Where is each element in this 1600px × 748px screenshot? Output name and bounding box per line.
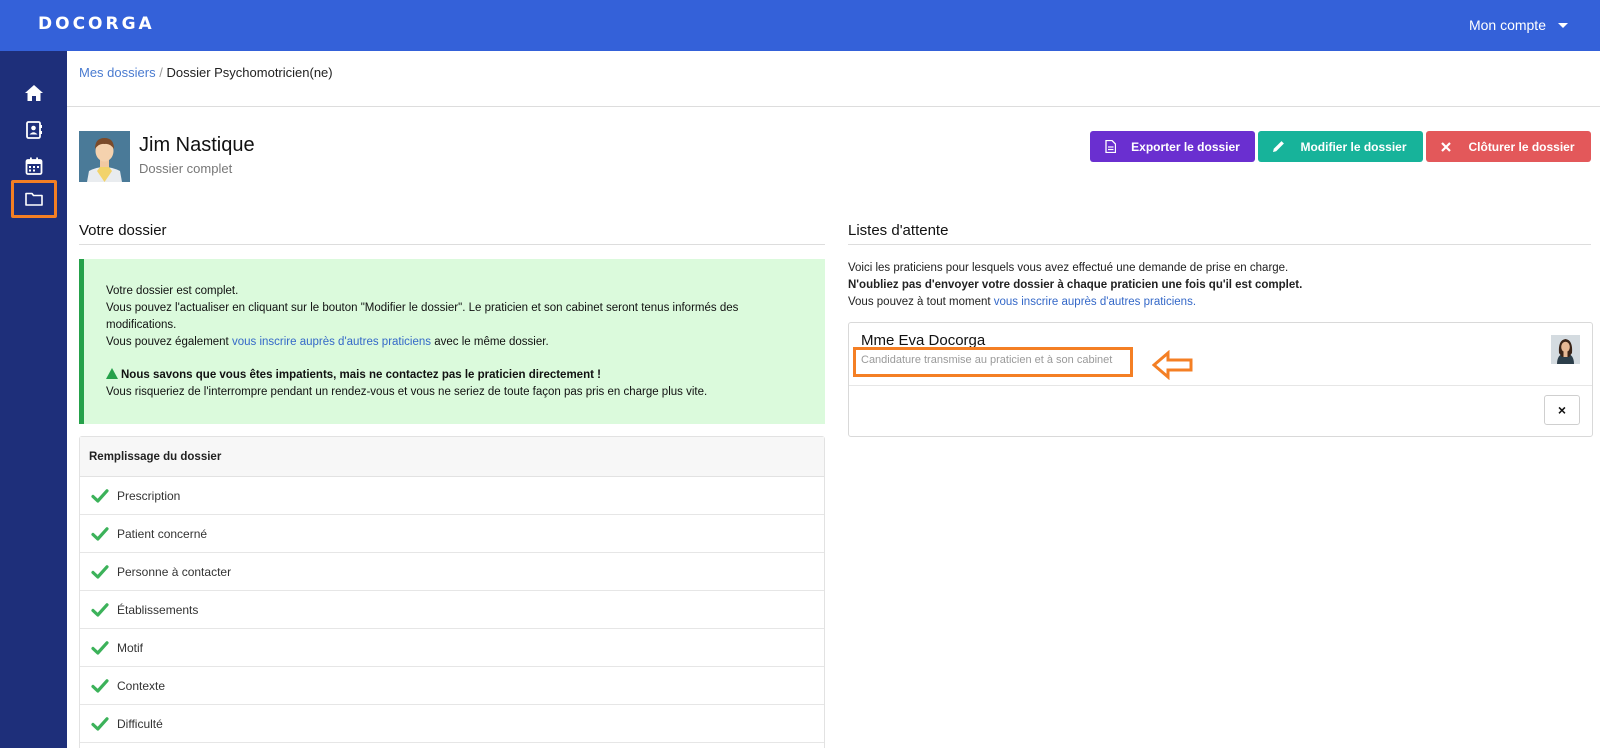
close-dossier-label: Clôturer le dossier bbox=[1468, 139, 1575, 154]
checklist-item: Établissements bbox=[80, 591, 824, 629]
sidebar bbox=[0, 51, 67, 748]
alert-line-other-practitioners: Vous pouvez également vous inscrire aupr… bbox=[106, 334, 803, 351]
waitlist-more-line: Vous pouvez à tout moment vous inscrire … bbox=[848, 294, 1588, 311]
status-highlight-box bbox=[853, 347, 1133, 377]
practitioner-photo bbox=[1551, 335, 1580, 364]
document-icon bbox=[1090, 140, 1130, 153]
sidebar-item-contacts[interactable] bbox=[11, 111, 57, 149]
warning-icon bbox=[106, 368, 118, 379]
close-icon bbox=[1426, 141, 1466, 152]
check-icon bbox=[91, 640, 109, 655]
checklist-item: Patient concerné bbox=[80, 515, 824, 553]
breadcrumb: Mes dossiers / Dossier Psychomotricien(n… bbox=[79, 65, 333, 80]
checklist-header: Remplissage du dossier bbox=[80, 437, 824, 477]
edit-dossier-button[interactable]: Modifier le dossier bbox=[1258, 131, 1423, 162]
checklist-item-label: Établissements bbox=[117, 602, 199, 617]
waitlist-reminder: N'oubliez pas d'envoyer votre dossier à … bbox=[848, 279, 1303, 291]
edit-dossier-label: Modifier le dossier bbox=[1300, 139, 1407, 154]
check-icon bbox=[91, 564, 109, 579]
top-bar: DOCORGA Mon compte bbox=[0, 0, 1600, 51]
alert-line-complete: Votre dossier est complet. bbox=[106, 285, 239, 297]
waitlist-section-title: Listes d'attente bbox=[848, 222, 1591, 245]
checklist-item-label: Prescription bbox=[117, 488, 181, 503]
breadcrumb-bar: Mes dossiers / Dossier Psychomotricien(n… bbox=[67, 51, 1600, 107]
check-icon bbox=[91, 716, 109, 731]
account-menu[interactable]: Mon compte bbox=[1469, 17, 1568, 33]
check-icon bbox=[91, 488, 109, 503]
dossier-section-title: Votre dossier bbox=[79, 222, 825, 245]
alert-text: Vous pouvez également bbox=[106, 336, 232, 348]
dossier-checklist: Remplissage du dossier Prescription Patie… bbox=[79, 436, 825, 748]
checklist-item: Difficulté bbox=[80, 705, 824, 743]
checklist-item-label: Personne à contacter bbox=[117, 564, 232, 579]
practitioner-card: Mme Eva Docorga Candidature transmise au… bbox=[848, 322, 1593, 437]
patient-name: Jim Nastique bbox=[139, 134, 255, 156]
home-icon bbox=[25, 85, 43, 101]
breadcrumb-link-mes-dossiers[interactable]: Mes dossiers bbox=[79, 65, 156, 80]
register-other-practitioners-link-2[interactable]: vous inscrire auprès d'autres praticiens… bbox=[994, 296, 1196, 308]
waitlist-intro-line: Voici les praticiens pour lesquels vous … bbox=[848, 262, 1289, 274]
patient-avatar bbox=[79, 131, 130, 182]
checklist-item: Prescription bbox=[80, 477, 824, 515]
breadcrumb-current: Dossier Psychomotricien(ne) bbox=[166, 65, 333, 80]
check-icon bbox=[91, 678, 109, 693]
arrow-left-icon bbox=[1152, 350, 1193, 380]
account-label: Mon compte bbox=[1468, 17, 1546, 33]
sidebar-item-folders[interactable] bbox=[11, 180, 57, 218]
calendar-icon bbox=[25, 157, 43, 175]
breadcrumb-separator: / bbox=[159, 65, 163, 80]
waitlist-more-text: Vous pouvez à tout moment bbox=[848, 296, 994, 308]
check-icon bbox=[91, 602, 109, 617]
export-dossier-label: Exporter le dossier bbox=[1131, 139, 1240, 154]
alert-line-update: Vous pouvez l'actualiser en cliquant sur… bbox=[106, 302, 739, 331]
contact-book-icon bbox=[26, 121, 42, 139]
sidebar-item-home[interactable] bbox=[11, 74, 57, 112]
waitlist-intro: Voici les praticiens pour lesquels vous … bbox=[848, 260, 1588, 311]
alert-text: avec le même dossier. bbox=[431, 336, 549, 348]
alert-warning-text: Vous risqueriez de l'interrompre pendant… bbox=[106, 386, 708, 398]
checklist-item: Personne à contacter bbox=[80, 553, 824, 591]
card-divider bbox=[849, 385, 1592, 386]
alert-warning-bold: Nous savons que vous êtes impatients, ma… bbox=[121, 369, 601, 381]
remove-label: × bbox=[1557, 402, 1567, 418]
patient-dossier-status: Dossier complet bbox=[139, 161, 233, 176]
check-icon bbox=[91, 526, 109, 541]
export-dossier-button[interactable]: Exporter le dossier bbox=[1090, 131, 1255, 162]
checklist-item-label: Contexte bbox=[117, 678, 166, 693]
alert-warning: Nous savons que vous êtes impatients, ma… bbox=[106, 367, 803, 384]
remove-practitioner-button[interactable]: × bbox=[1544, 395, 1580, 425]
app-logo[interactable]: DOCORGA bbox=[38, 14, 155, 34]
dossier-complete-alert: Votre dossier est complet. Vous pouvez l… bbox=[79, 259, 825, 424]
close-dossier-button[interactable]: Clôturer le dossier bbox=[1426, 131, 1591, 162]
folder-icon bbox=[25, 192, 43, 206]
pencil-icon bbox=[1258, 140, 1298, 153]
register-other-practitioners-link[interactable]: vous inscrire auprès d'autres praticiens bbox=[232, 336, 431, 348]
checklist-item: Motif bbox=[80, 629, 824, 667]
checklist-item: Contexte bbox=[80, 667, 824, 705]
checklist-item-label: Motif bbox=[117, 640, 144, 655]
checklist-item-label: Patient concerné bbox=[117, 526, 208, 541]
chevron-down-icon bbox=[1558, 22, 1568, 28]
checklist-item-label: Difficulté bbox=[117, 716, 163, 731]
